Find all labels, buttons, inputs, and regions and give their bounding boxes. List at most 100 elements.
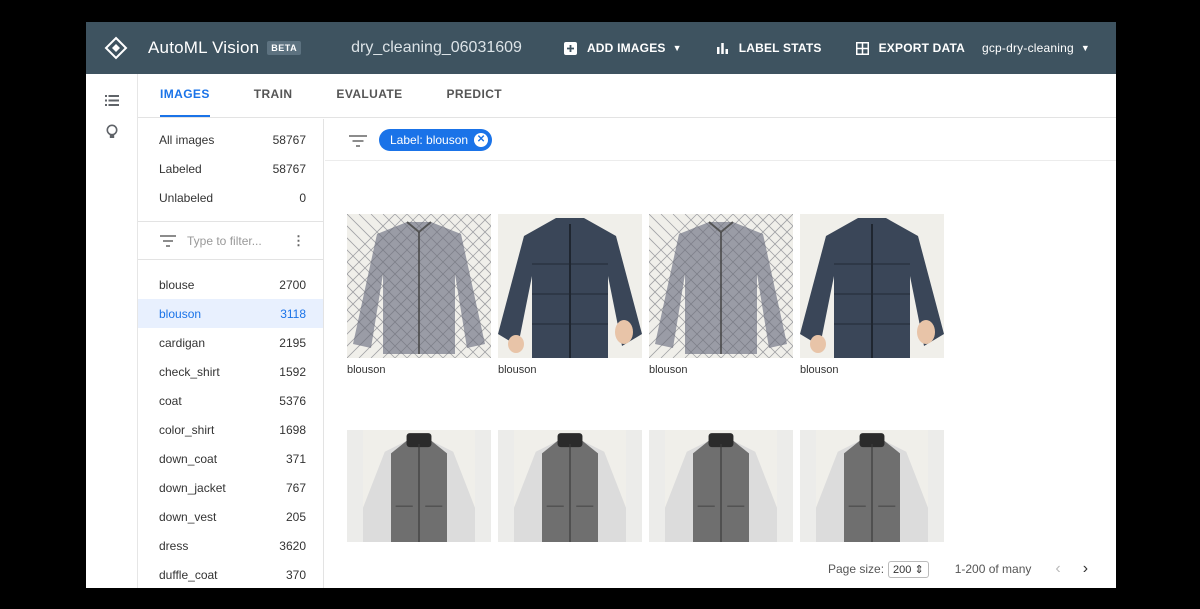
image-tile[interactable] (347, 430, 491, 542)
page-size-label: Page size: (828, 562, 885, 576)
image-tile[interactable] (800, 430, 944, 542)
page-range: 1-200 of many (954, 562, 1032, 576)
label-count: 2195 (279, 335, 306, 350)
count-value: 58767 (272, 161, 306, 176)
label-item-color_shirt[interactable]: color_shirt 1698 (138, 415, 323, 444)
tab-images[interactable]: IMAGES (160, 87, 210, 117)
label-panel: All images 58767 Labeled 58767 Unlabeled… (138, 119, 324, 588)
label-count: 5376 (279, 393, 306, 408)
label-name: check_shirt (159, 364, 220, 379)
tab-evaluate[interactable]: EVALUATE (336, 87, 402, 117)
caret-down-icon: ▼ (1080, 43, 1090, 53)
label-filter-chip[interactable]: Label: blouson ✕ (379, 128, 493, 151)
all-images-row[interactable]: All images 58767 (138, 125, 323, 154)
side-rail (86, 74, 138, 588)
count-label: All images (159, 132, 215, 147)
label-filter[interactable]: Type to filter... ⋮ (138, 222, 323, 260)
label-name: down_vest (159, 509, 217, 524)
label-item-check_shirt[interactable]: check_shirt 1592 (138, 357, 323, 386)
label-name: color_shirt (159, 422, 215, 437)
lightbulb-icon[interactable] (86, 116, 138, 148)
page-size-value: 200 (893, 563, 912, 576)
export-data-button[interactable]: EXPORT DATA (856, 41, 965, 55)
label-item-duffle_coat[interactable]: duffle_coat 370 (138, 560, 323, 588)
label-item-coat[interactable]: coat 5376 (138, 386, 323, 415)
image-caption: blouson (800, 364, 839, 376)
label-count: 3118 (280, 306, 306, 321)
label-name: dress (159, 538, 189, 553)
tab-bar: IMAGES TRAIN EVALUATE PREDICT (138, 74, 1116, 118)
label-list: blouse 2700 blouson 3118 cardigan 2195 check_s… (138, 260, 323, 588)
label-count: 205 (285, 509, 306, 524)
label-item-dress[interactable]: dress 3620 (138, 531, 323, 560)
label-count: 2700 (279, 277, 306, 292)
jacket-image (649, 430, 793, 542)
image-tile[interactable] (649, 430, 793, 542)
project-name: gcp-dry-cleaning (981, 41, 1074, 55)
image-tile[interactable]: blouson (649, 214, 793, 376)
close-icon[interactable]: ✕ (474, 132, 489, 147)
dataset-name: dry_cleaning_06031609 (351, 39, 522, 56)
image-grid-area: Label: blouson ✕ blouson blouson blouson… (325, 119, 1116, 588)
pagination: Page size: 200 ⇕ 1-200 of many ‹ › (325, 550, 1116, 588)
prev-page-icon[interactable]: ‹ (1055, 560, 1060, 578)
label-count: 3620 (279, 538, 306, 553)
label-stats-label: LABEL STATS (738, 41, 822, 55)
export-data-label: EXPORT DATA (878, 41, 966, 55)
jacket-image (800, 430, 944, 542)
label-item-blouson[interactable]: blouson 3118 (138, 299, 323, 328)
label-item-down_vest[interactable]: down_vest 205 (138, 502, 323, 531)
jacket-image (347, 214, 491, 358)
image-tile[interactable] (498, 430, 642, 542)
image-tile[interactable]: blouson (347, 214, 491, 376)
add-images-button[interactable]: ADD IMAGES ▼ (564, 41, 682, 55)
label-count: 767 (285, 480, 306, 495)
label-name: down_coat (159, 451, 218, 466)
labeled-row[interactable]: Labeled 58767 (138, 154, 323, 183)
chip-text: Label: blouson (390, 132, 469, 147)
project-selector[interactable]: gcp-dry-cleaning ▼ (982, 41, 1090, 55)
top-bar: AutoML Vision BETA dry_cleaning_06031609… (86, 22, 1116, 74)
tab-train[interactable]: TRAIN (254, 87, 293, 117)
jacket-image (347, 430, 491, 542)
unlabeled-row[interactable]: Unlabeled 0 (138, 183, 323, 212)
page-size-select[interactable]: 200 ⇕ (888, 560, 929, 578)
filter-icon (160, 234, 176, 247)
caret-down-icon: ▼ (672, 43, 682, 53)
image-tile[interactable]: blouson (800, 214, 944, 376)
app-title: AutoML Vision (148, 38, 260, 57)
label-item-down_coat[interactable]: down_coat 371 (138, 444, 323, 473)
image-caption: blouson (649, 364, 688, 376)
label-name: blouson (159, 306, 202, 321)
label-count: 370 (285, 567, 306, 582)
count-label: Unlabeled (159, 190, 214, 205)
label-name: cardigan (159, 335, 206, 350)
filter-chip-row: Label: blouson ✕ (325, 119, 1116, 161)
next-page-icon[interactable]: › (1083, 560, 1088, 578)
label-item-down_jacket[interactable]: down_jacket 767 (138, 473, 323, 502)
bar-chart-icon (716, 41, 730, 55)
label-stats-button[interactable]: LABEL STATS (716, 41, 822, 55)
filter-input[interactable]: Type to filter... (187, 234, 262, 248)
label-name: duffle_coat (159, 567, 218, 582)
image-caption: blouson (347, 364, 386, 376)
label-item-cardigan[interactable]: cardigan 2195 (138, 328, 323, 357)
app-window: AutoML Vision BETA dry_cleaning_06031609… (86, 22, 1116, 588)
automl-logo-icon[interactable] (86, 22, 146, 74)
label-item-blouse[interactable]: blouse 2700 (138, 270, 323, 299)
image-tile[interactable]: blouson (498, 214, 642, 376)
more-vert-icon[interactable]: ⋮ (292, 233, 305, 249)
jacket-image (498, 430, 642, 542)
jacket-image (649, 214, 793, 358)
label-count: 1698 (279, 422, 306, 437)
jacket-image (498, 214, 642, 358)
label-name: down_jacket (159, 480, 226, 495)
count-label: Labeled (159, 161, 202, 176)
label-name: blouse (159, 277, 195, 292)
tab-predict[interactable]: PREDICT (447, 87, 502, 117)
label-count: 1592 (279, 364, 306, 379)
grid-icon (856, 41, 870, 55)
filter-icon[interactable] (349, 134, 367, 147)
list-icon[interactable] (86, 84, 138, 116)
count-value: 58767 (272, 132, 306, 147)
